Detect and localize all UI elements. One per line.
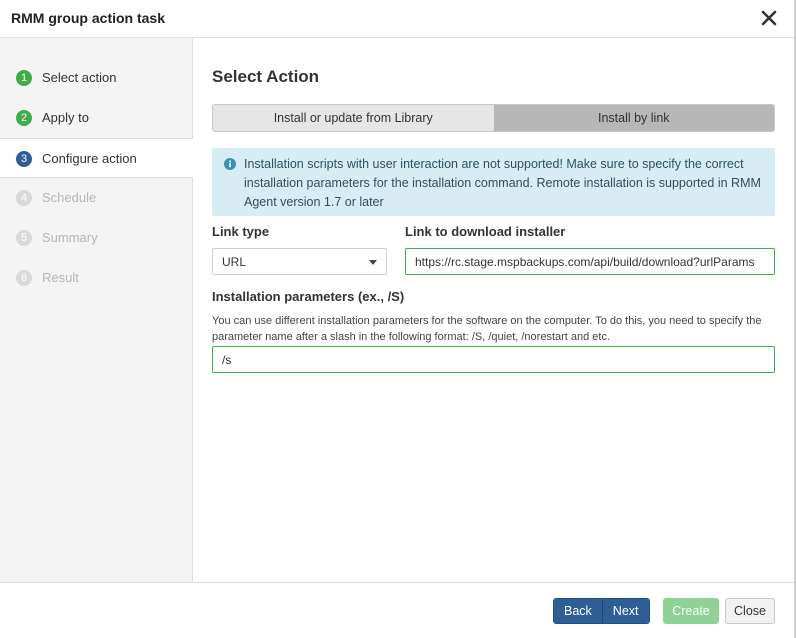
installation-params-label: Installation parameters (ex., /S)	[212, 289, 405, 304]
step-label: Schedule	[42, 190, 97, 205]
link-type-value: URL	[222, 255, 247, 269]
step-schedule: 4 Schedule	[0, 178, 193, 218]
next-button[interactable]: Next	[601, 599, 649, 623]
step-apply-to[interactable]: 2 Apply to	[0, 98, 193, 138]
step-label: Apply to	[42, 110, 89, 125]
step-number-badge: 3	[16, 151, 32, 167]
step-number-badge: 5	[16, 230, 32, 246]
download-link-label: Link to download installer	[405, 224, 566, 239]
tab-install-by-link[interactable]: Install by link	[493, 105, 774, 131]
link-type-select[interactable]: URL	[212, 248, 387, 275]
dialog-footer: Back Next Create Close	[0, 582, 796, 638]
step-number-badge: 6	[16, 270, 32, 286]
step-label: Select action	[42, 70, 117, 85]
dialog-header: RMM group action task	[0, 0, 796, 37]
download-link-input[interactable]	[405, 248, 775, 275]
step-label: Summary	[42, 230, 98, 245]
step-configure-action[interactable]: 3 Configure action	[0, 138, 194, 178]
rmm-group-action-dialog: RMM group action task 1 Select action 2 …	[0, 0, 796, 638]
step-summary: 5 Summary	[0, 218, 193, 258]
create-button[interactable]: Create	[663, 598, 719, 624]
step-number-badge: 2	[16, 110, 32, 126]
alert-message: Installation scripts with user interacti…	[244, 157, 761, 209]
info-alert: Installation scripts with user interacti…	[212, 148, 775, 216]
close-icon[interactable]	[757, 6, 781, 30]
dialog-title: RMM group action task	[11, 10, 166, 26]
back-button[interactable]: Back	[554, 599, 602, 623]
step-label: Result	[42, 270, 79, 285]
wizard-steps-sidebar: 1 Select action 2 Apply to 3 Configure a…	[0, 37, 194, 582]
install-source-toggle: Install or update from Library Install b…	[212, 104, 775, 132]
chevron-down-icon	[369, 260, 377, 265]
step-number-badge: 1	[16, 70, 32, 86]
configure-action-panel: Select Action Install or update from Lib…	[193, 37, 796, 582]
page-title: Select Action	[212, 67, 320, 86]
navigation-button-group: Back Next	[553, 598, 650, 624]
close-button[interactable]: Close	[725, 598, 775, 624]
step-result: 6 Result	[0, 258, 193, 298]
tab-install-from-library[interactable]: Install or update from Library	[213, 105, 494, 131]
step-label: Configure action	[42, 151, 137, 166]
link-type-label: Link type	[212, 224, 270, 239]
step-number-badge: 4	[16, 190, 32, 206]
installation-params-input[interactable]	[212, 346, 775, 373]
info-icon	[224, 157, 236, 170]
step-select-action[interactable]: 1 Select action	[0, 58, 193, 98]
installation-params-help: You can use different installation param…	[212, 315, 762, 343]
